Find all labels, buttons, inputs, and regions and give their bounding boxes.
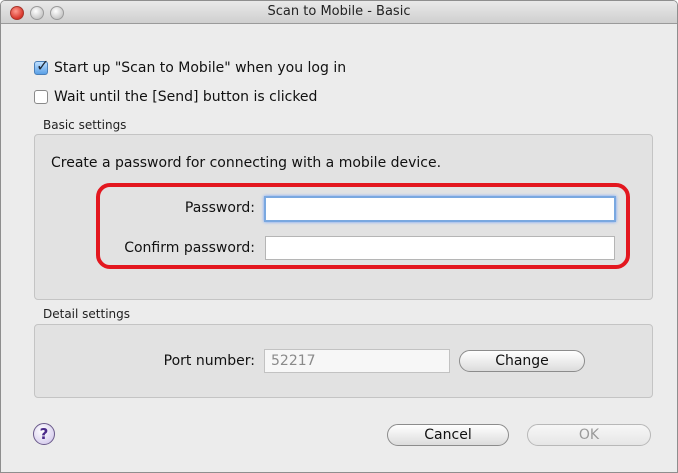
cancel-button[interactable]: Cancel [387, 424, 509, 446]
change-button[interactable]: Change [459, 350, 585, 372]
help-icon[interactable]: ? [33, 423, 55, 445]
startup-label[interactable]: Start up "Scan to Mobile" when you log i… [54, 60, 346, 76]
wait-checkbox[interactable] [34, 90, 48, 104]
startup-option[interactable]: ✓ Start up "Scan to Mobile" when you log… [34, 56, 346, 76]
title-bar[interactable]: Scan to Mobile - Basic [1, 1, 677, 24]
wait-label[interactable]: Wait until the [Send] button is clicked [54, 89, 317, 105]
wait-option[interactable]: Wait until the [Send] button is clicked [34, 89, 317, 105]
basic-settings-label: Basic settings [43, 118, 127, 132]
window-title: Scan to Mobile - Basic [267, 4, 411, 19]
port-number-field: 52217 [264, 349, 450, 373]
checkmark-icon: ✓ [36, 56, 50, 75]
basic-settings-description: Create a password for connecting with a … [51, 155, 442, 171]
password-fields-highlight [96, 183, 630, 269]
ok-button[interactable]: OK [527, 424, 651, 446]
detail-settings-label: Detail settings [43, 307, 131, 321]
port-number-label: Port number: [163, 353, 255, 369]
startup-checkbox[interactable]: ✓ [34, 56, 49, 75]
dialog-window: Scan to Mobile - Basic ✓ Start up "Scan … [0, 0, 678, 473]
